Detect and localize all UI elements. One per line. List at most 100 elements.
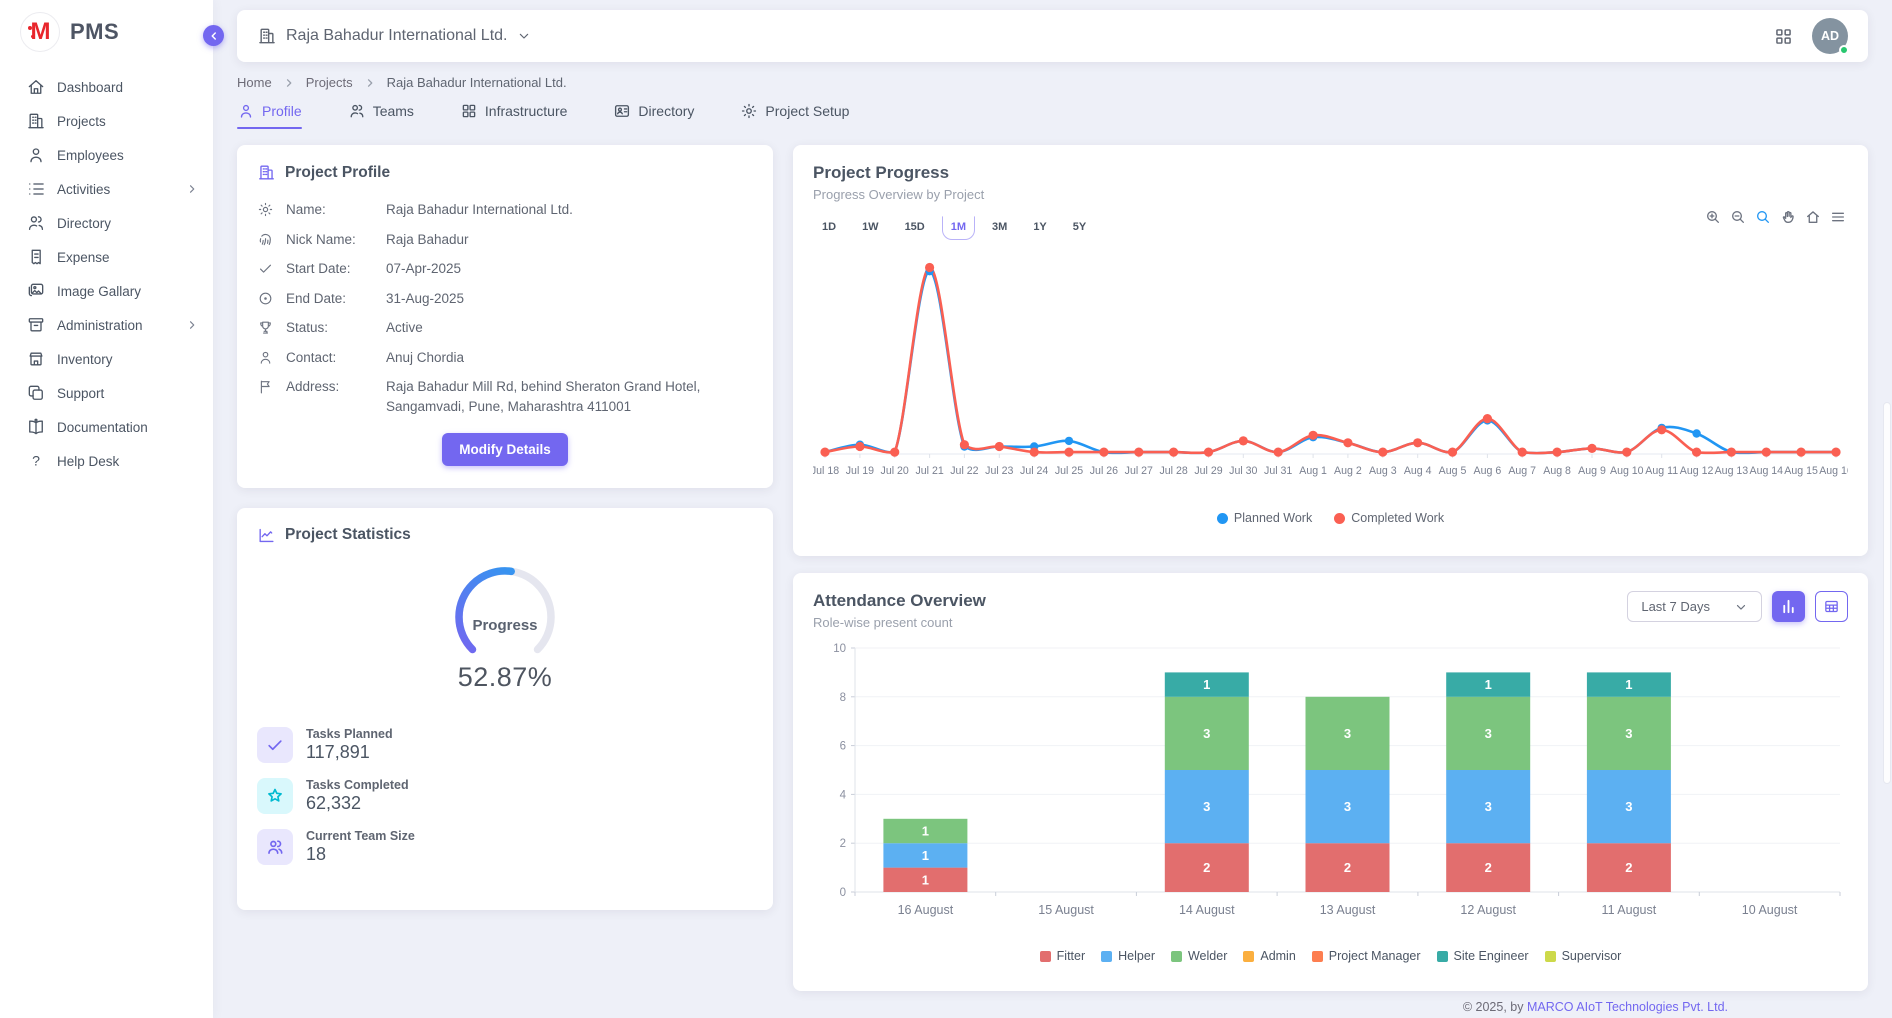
sidebar-item-image-gallary[interactable]: Image Gallary — [0, 274, 213, 308]
svg-text:Jul 29: Jul 29 — [1194, 465, 1222, 477]
legend-item-project-manager[interactable]: Project Manager — [1312, 949, 1421, 963]
tab-directory[interactable]: Directory — [613, 102, 694, 129]
person-icon — [257, 349, 274, 366]
table-view-button[interactable] — [1815, 591, 1848, 622]
legend-label: Supervisor — [1562, 949, 1622, 963]
sidebar-item-activities[interactable]: Activities — [0, 172, 213, 206]
fingerprint-icon — [257, 231, 274, 248]
stacked-bar-chart[interactable]: 024681011116 August15 August233114 Augus… — [813, 640, 1848, 940]
legend-label: Welder — [1188, 949, 1227, 963]
tab-teams[interactable]: Teams — [348, 102, 414, 129]
sidebar-item-label: Image Gallary — [57, 284, 199, 299]
sidebar-item-projects[interactable]: Projects — [0, 104, 213, 138]
online-status-dot — [1839, 45, 1849, 55]
app-logo[interactable]: M PMS — [0, 0, 213, 62]
company-selector[interactable]: Raja Bahadur International Ltd. — [257, 26, 532, 46]
tab-infrastructure[interactable]: Infrastructure — [460, 102, 567, 129]
breadcrumb-link[interactable]: Home — [237, 75, 272, 90]
logo-letter: M — [31, 18, 50, 46]
sidebar-item-directory[interactable]: Directory — [0, 206, 213, 240]
svg-text:Aug 13: Aug 13 — [1715, 465, 1749, 477]
legend-marker — [1217, 513, 1228, 524]
chevron-right-icon — [282, 76, 296, 90]
sidebar-collapse-button[interactable] — [203, 25, 224, 46]
people-icon — [26, 213, 46, 233]
date-range-select[interactable]: Last 7 Days — [1627, 591, 1762, 622]
svg-text:1: 1 — [1485, 677, 1492, 692]
legend-marker — [1171, 951, 1182, 962]
user-avatar[interactable]: AD — [1812, 18, 1848, 54]
legend-item-fitter[interactable]: Fitter — [1040, 949, 1085, 963]
pan-icon[interactable] — [1780, 209, 1796, 225]
list-icon — [26, 179, 46, 199]
range-button-1y[interactable]: 1Y — [1024, 216, 1055, 240]
chart-line-icon — [257, 526, 276, 545]
tab-profile[interactable]: Profile — [237, 102, 302, 129]
legend-item-welder[interactable]: Welder — [1171, 949, 1227, 963]
legend-item-supervisor[interactable]: Supervisor — [1545, 949, 1622, 963]
sidebar-item-label: Documentation — [57, 420, 199, 435]
legend-marker — [1243, 951, 1254, 962]
stat-value: 117,891 — [306, 742, 393, 763]
sidebar-item-label: Inventory — [57, 352, 199, 367]
legend-marker — [1437, 951, 1448, 962]
profile-field-address: Address:Raja Bahadur Mill Rd, behind She… — [257, 377, 753, 416]
sidebar-item-support[interactable]: Support — [0, 376, 213, 410]
legend-item-completed-work[interactable]: Completed Work — [1334, 511, 1444, 525]
tab-project-setup[interactable]: Project Setup — [740, 102, 849, 129]
footer-company-link[interactable]: MARCO AIoT Technologies Pvt. Ltd. — [1527, 1000, 1728, 1014]
reset-home-icon[interactable] — [1805, 209, 1821, 225]
profile-field-end-date: End Date:31-Aug-2025 — [257, 289, 753, 309]
range-button-3m[interactable]: 3M — [983, 216, 1016, 240]
apps-grid-icon[interactable] — [1773, 26, 1794, 47]
copyright-text: © 2025, by — [1463, 1000, 1527, 1014]
legend-item-helper[interactable]: Helper — [1101, 949, 1155, 963]
legend-marker — [1040, 951, 1051, 962]
menu-icon[interactable] — [1830, 209, 1846, 225]
brand-logo-icon: M — [20, 12, 60, 52]
svg-text:Aug 15: Aug 15 — [1784, 465, 1818, 477]
range-button-5y[interactable]: 5Y — [1064, 216, 1095, 240]
legend-item-planned-work[interactable]: Planned Work — [1217, 511, 1312, 525]
svg-text:?: ? — [32, 454, 40, 470]
breadcrumb-link[interactable]: Projects — [306, 75, 353, 90]
company-name: Raja Bahadur International Ltd. — [286, 27, 507, 45]
profile-field-status: Status:Active — [257, 318, 753, 338]
sidebar-item-inventory[interactable]: Inventory — [0, 342, 213, 376]
svg-text:3: 3 — [1485, 726, 1492, 741]
svg-text:3: 3 — [1344, 799, 1351, 814]
sidebar-item-employees[interactable]: Employees — [0, 138, 213, 172]
range-button-15d[interactable]: 15D — [896, 216, 934, 240]
zoom-out-icon[interactable] — [1730, 209, 1746, 225]
svg-text:13 August: 13 August — [1320, 903, 1376, 917]
svg-text:Aug 12: Aug 12 — [1680, 465, 1714, 477]
sidebar-item-documentation[interactable]: Documentation — [0, 410, 213, 444]
selection-zoom-icon[interactable] — [1755, 209, 1771, 225]
range-button-1m[interactable]: 1M — [942, 216, 975, 240]
sidebar-item-expense[interactable]: Expense — [0, 240, 213, 274]
legend-marker — [1101, 951, 1112, 962]
receipt-icon — [26, 247, 46, 267]
gauge-percent-value: 52.87% — [415, 662, 595, 693]
range-button-1d[interactable]: 1D — [813, 216, 845, 240]
book-icon — [26, 417, 46, 437]
sidebar-item-administration[interactable]: Administration — [0, 308, 213, 342]
range-button-1w[interactable]: 1W — [853, 216, 888, 240]
sidebar-item-dashboard[interactable]: Dashboard — [0, 70, 213, 104]
scrollbar-thumb[interactable] — [1883, 402, 1891, 784]
stat-tasks-completed: Tasks Completed62,332 — [257, 778, 753, 814]
svg-text:10 August: 10 August — [1742, 903, 1798, 917]
zoom-in-icon[interactable] — [1705, 209, 1721, 225]
bar-chart-view-button[interactable] — [1772, 591, 1805, 622]
legend-item-site-engineer[interactable]: Site Engineer — [1437, 949, 1529, 963]
svg-text:3: 3 — [1625, 726, 1632, 741]
stat-label: Tasks Completed — [306, 778, 409, 792]
profile-field-name: Name:Raja Bahadur International Ltd. — [257, 200, 753, 220]
svg-text:Aug 5: Aug 5 — [1439, 465, 1467, 477]
tab-label: Infrastructure — [485, 103, 567, 119]
legend-label: Project Manager — [1329, 949, 1421, 963]
sidebar-item-help-desk[interactable]: ?Help Desk — [0, 444, 213, 478]
legend-item-admin[interactable]: Admin — [1243, 949, 1295, 963]
line-chart[interactable]: Jul 18Jul 19Jul 20Jul 21Jul 22Jul 23Jul … — [813, 246, 1848, 504]
modify-details-button[interactable]: Modify Details — [442, 433, 568, 466]
